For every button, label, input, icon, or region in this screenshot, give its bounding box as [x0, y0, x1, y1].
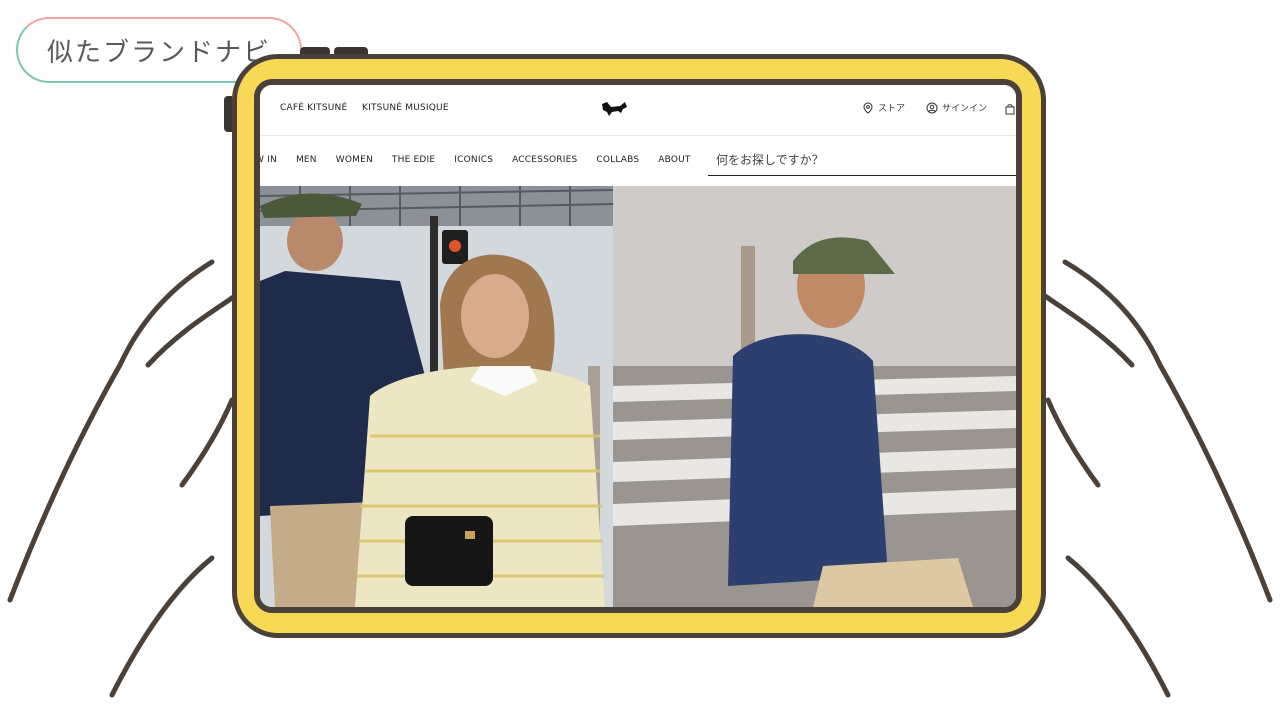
kitsune-musique-link[interactable]: KITSUNÉ MUSIQUE [362, 103, 449, 113]
store-label: ストア [878, 104, 906, 114]
nav-item-men[interactable]: MEN [296, 155, 317, 165]
store-link[interactable]: ストア [862, 101, 905, 114]
user-icon [926, 102, 938, 113]
tablet-side-button [224, 96, 232, 132]
search-input[interactable]: 何をお探しですか？ [708, 146, 1016, 176]
nav-item-women[interactable]: WOMEN [336, 155, 373, 165]
location-pin-icon [863, 101, 873, 114]
cafe-kitsune-link[interactable]: CAFÉ KITSUNÉ [280, 103, 347, 113]
nav-item-accessories[interactable]: ACCESSORIES [512, 155, 577, 165]
shopping-bag-icon[interactable] [1005, 103, 1015, 115]
badge-text: 似たブランドナビ [46, 37, 271, 68]
tablet-screen: CAFÉ KITSUNÉ KITSUNÉ MUSIQUE ストア サインイン W… [254, 79, 1022, 613]
hero-photo-left [260, 186, 613, 607]
hero-image-right[interactable] [613, 186, 1016, 607]
main-nav: W IN MEN WOMEN THE EDIE ICONICS ACCESSOR… [260, 136, 1016, 186]
nav-list: W IN MEN WOMEN THE EDIE ICONICS ACCESSOR… [260, 155, 710, 165]
fox-logo-icon[interactable] [600, 99, 630, 119]
nav-item-about[interactable]: ABOUT [658, 155, 690, 165]
nav-item-collabs[interactable]: COLLABS [596, 155, 639, 165]
nav-item-the-edie[interactable]: THE EDIE [392, 155, 435, 165]
nav-item-iconics[interactable]: ICONICS [454, 155, 493, 165]
nav-item-new-in[interactable]: W IN [260, 155, 277, 165]
hero-banner[interactable] [260, 186, 1016, 607]
signin-link[interactable]: サインイン [926, 101, 987, 114]
utility-bar: CAFÉ KITSUNÉ KITSUNÉ MUSIQUE ストア サインイン [260, 85, 1016, 136]
signin-label: サインイン [942, 104, 988, 114]
hero-photo-right [613, 186, 1016, 607]
hero-image-left[interactable] [260, 186, 613, 607]
